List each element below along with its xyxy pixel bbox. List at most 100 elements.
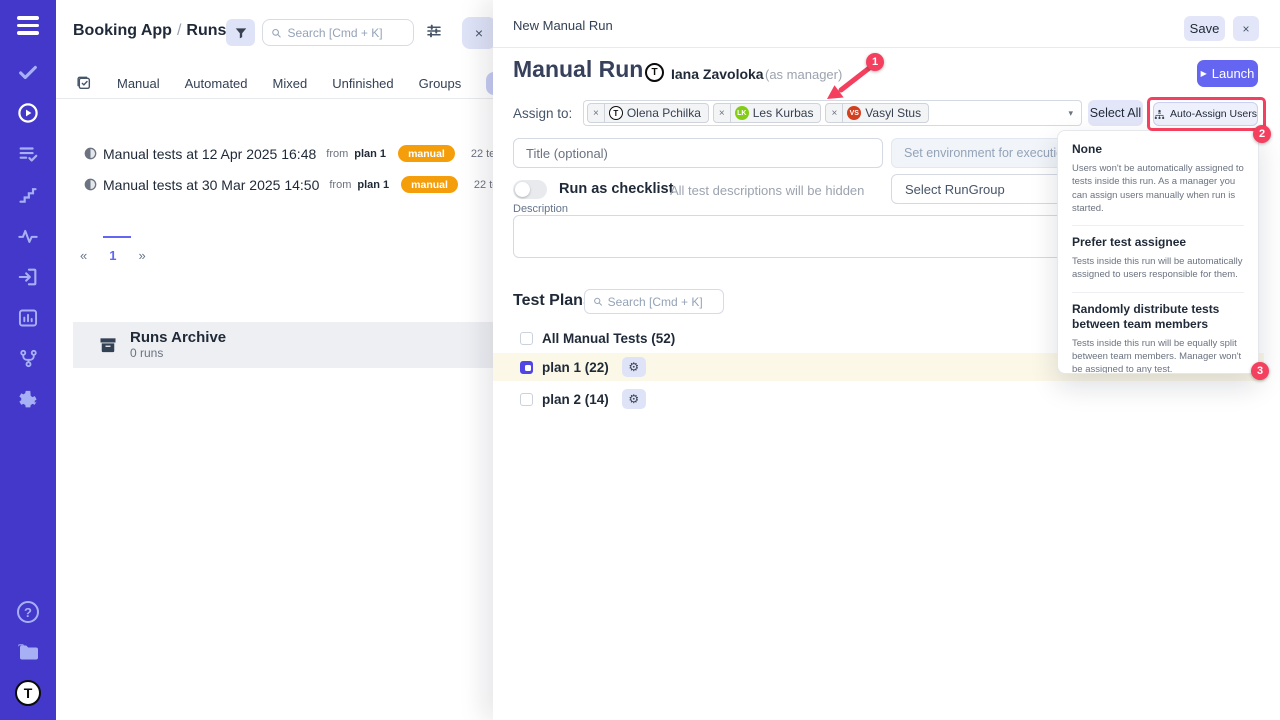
drawer-header: New Manual Run Save × bbox=[493, 0, 1280, 48]
breadcrumb-current: Runs bbox=[186, 22, 226, 39]
run-status-icon bbox=[84, 178, 97, 191]
test-plan-label[interactable]: All Manual Tests (52) bbox=[542, 331, 675, 346]
run-list-item[interactable]: Manual tests at 12 Apr 2025 16:48 from p… bbox=[84, 145, 509, 162]
test-plans-search[interactable] bbox=[584, 289, 724, 314]
test-plans-search-input[interactable] bbox=[608, 295, 715, 309]
breadcrumb-separator: / bbox=[172, 22, 186, 39]
search-icon bbox=[271, 27, 282, 39]
tab-unfinished[interactable]: Unfinished bbox=[332, 76, 393, 91]
dropdown-option-none[interactable]: None Users won't be automatically assign… bbox=[1072, 133, 1244, 225]
sidebar-nav: ? T bbox=[0, 0, 56, 720]
assignee-name: Olena Pchilka bbox=[627, 106, 708, 120]
rungroup-select[interactable]: Select RunGroup bbox=[891, 174, 1082, 204]
view-settings-icon[interactable] bbox=[424, 22, 444, 42]
manager-avatar: T bbox=[645, 63, 664, 82]
test-plan-label[interactable]: plan 2 (14) bbox=[542, 392, 609, 407]
tab-mixed[interactable]: Mixed bbox=[273, 76, 308, 91]
play-icon: ▶ bbox=[1201, 69, 1207, 78]
remove-assignee-icon[interactable]: × bbox=[714, 104, 731, 122]
runs-list-panel: Booking App/Runs × Manual Automated Mixe… bbox=[56, 0, 493, 720]
remove-assignee-icon[interactable]: × bbox=[588, 104, 605, 122]
assignee-avatar: T bbox=[609, 106, 623, 120]
archive-count: 0 runs bbox=[130, 346, 226, 360]
manager-name: Iana Zavoloka bbox=[671, 66, 764, 82]
assignee-chip: × LK Les Kurbas bbox=[713, 103, 822, 123]
option-description: Tests inside this run will be automatica… bbox=[1072, 255, 1244, 282]
settings-gear-icon[interactable] bbox=[15, 387, 41, 413]
run-as-checklist-toggle[interactable] bbox=[513, 180, 547, 199]
breadcrumb[interactable]: Booking App/Runs bbox=[73, 22, 226, 40]
funnel-icon bbox=[234, 26, 248, 40]
dropdown-option-randomly-distribute[interactable]: Randomly distribute tests between team m… bbox=[1072, 292, 1244, 374]
test-plans-heading: Test Plans bbox=[513, 292, 592, 310]
test-plan-row: plan 2 (14) ⚙ bbox=[493, 385, 1264, 413]
checklist-hint: All test descriptions will be hidden bbox=[670, 183, 864, 198]
runs-search-input[interactable] bbox=[288, 26, 405, 40]
annotation-step-1: 1 bbox=[866, 53, 884, 71]
plan-settings-gear-icon[interactable]: ⚙ bbox=[622, 357, 646, 377]
test-plans-icon[interactable] bbox=[15, 141, 41, 167]
description-textarea[interactable] bbox=[513, 215, 1082, 258]
select-runs-icon[interactable] bbox=[76, 75, 92, 91]
environment-input[interactable] bbox=[891, 138, 1082, 168]
save-button[interactable]: Save bbox=[1184, 16, 1225, 41]
run-status-icon bbox=[84, 147, 97, 160]
archive-title: Runs Archive bbox=[130, 330, 226, 347]
run-list-item[interactable]: Manual tests at 30 Mar 2025 14:50 from p… bbox=[84, 176, 512, 193]
assignee-chip: × T Olena Pchilka bbox=[587, 103, 709, 123]
drawer-title: New Manual Run bbox=[513, 18, 613, 33]
plan-1-checkbox[interactable] bbox=[520, 361, 533, 374]
filter-button[interactable] bbox=[226, 19, 255, 46]
all-manual-tests-checkbox[interactable] bbox=[520, 332, 533, 345]
reports-chart-icon[interactable] bbox=[15, 305, 41, 331]
pagination-next[interactable]: » bbox=[138, 248, 145, 263]
breadcrumb-project[interactable]: Booking App bbox=[73, 22, 172, 39]
help-icon[interactable]: ? bbox=[17, 601, 39, 623]
runs-archive-card[interactable]: Runs Archive 0 runs bbox=[73, 322, 493, 368]
pagination-page-1[interactable]: 1 bbox=[109, 248, 116, 263]
app-logo[interactable]: T bbox=[15, 680, 41, 706]
runs-search[interactable] bbox=[262, 19, 414, 46]
assign-to-label: Assign to: bbox=[513, 106, 572, 121]
page-title: Manual Run bbox=[513, 56, 643, 83]
app-root: ? T Booking App/Runs × bbox=[0, 0, 1280, 720]
pagination: « 1 » bbox=[80, 248, 146, 263]
run-title[interactable]: Manual tests at 12 Apr 2025 16:48 bbox=[103, 146, 316, 162]
option-title: Randomly distribute tests between team m… bbox=[1072, 302, 1244, 332]
docs-folder-icon[interactable] bbox=[15, 639, 41, 665]
option-title: Prefer test assignee bbox=[1072, 235, 1244, 250]
tab-manual[interactable]: Manual bbox=[117, 76, 160, 91]
auto-assign-dropdown: None Users won't be automatically assign… bbox=[1057, 130, 1259, 374]
description-label: Description bbox=[513, 203, 568, 215]
import-icon[interactable] bbox=[15, 264, 41, 290]
dropdown-option-prefer-assignee[interactable]: Prefer test assignee Tests inside this r… bbox=[1072, 225, 1244, 292]
panel-close-button[interactable]: × bbox=[462, 17, 496, 49]
run-title[interactable]: Manual tests at 30 Mar 2025 14:50 bbox=[103, 177, 319, 193]
plan-2-checkbox[interactable] bbox=[520, 393, 533, 406]
tests-check-icon[interactable] bbox=[15, 59, 41, 85]
option-title: None bbox=[1072, 142, 1244, 157]
select-all-button[interactable]: Select All bbox=[1088, 100, 1143, 126]
run-plan-name: plan 1 bbox=[354, 148, 386, 160]
test-plan-label[interactable]: plan 1 (22) bbox=[542, 360, 609, 375]
pagination-prev[interactable]: « bbox=[80, 248, 87, 263]
plan-settings-gear-icon[interactable]: ⚙ bbox=[622, 389, 646, 409]
menu-icon[interactable] bbox=[17, 16, 39, 35]
milestones-icon[interactable] bbox=[15, 182, 41, 208]
tab-automated[interactable]: Automated bbox=[185, 76, 248, 91]
search-icon bbox=[593, 296, 603, 307]
archive-box-icon bbox=[98, 335, 118, 355]
checklist-label: Run as checklist bbox=[559, 181, 673, 197]
activity-pulse-icon[interactable] bbox=[15, 223, 41, 249]
run-title-input[interactable] bbox=[513, 138, 883, 168]
option-description: Tests inside this run will be equally sp… bbox=[1072, 337, 1244, 374]
assignee-name: Les Kurbas bbox=[753, 106, 821, 120]
annotation-step-3: 3 bbox=[1251, 362, 1269, 380]
chevron-down-icon[interactable]: ▾ bbox=[1068, 108, 1073, 119]
runs-play-icon[interactable] bbox=[15, 100, 41, 126]
drawer-close-button[interactable]: × bbox=[1233, 16, 1259, 41]
launch-button[interactable]: ▶ Launch bbox=[1197, 60, 1258, 87]
branches-icon[interactable] bbox=[15, 346, 41, 372]
annotation-step-2: 2 bbox=[1253, 125, 1271, 143]
tab-groups[interactable]: Groups bbox=[419, 76, 462, 91]
